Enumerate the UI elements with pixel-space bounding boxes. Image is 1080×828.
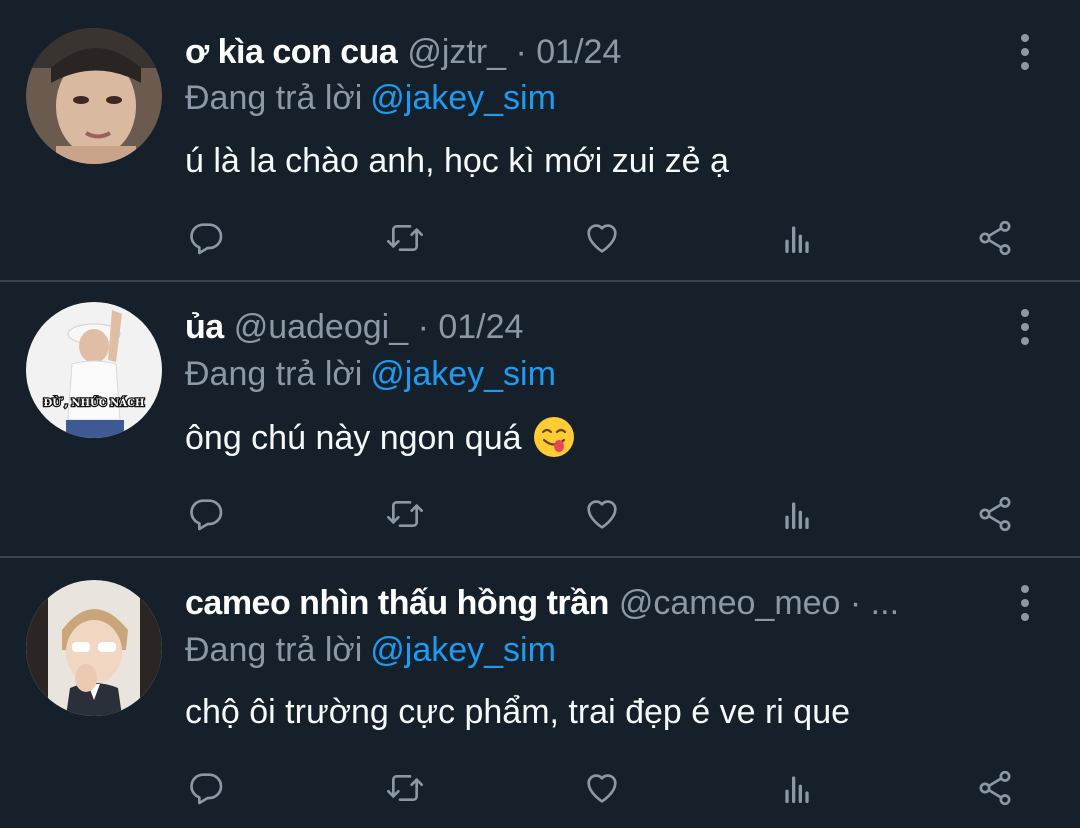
like-icon[interactable]: [577, 763, 627, 813]
tweet-actions: [185, 763, 1030, 813]
reply-icon[interactable]: [181, 489, 231, 539]
like-icon[interactable]: [577, 489, 627, 539]
display-name[interactable]: ơ kìa con cua: [185, 33, 398, 72]
reply-icon[interactable]: [181, 213, 231, 263]
more-options-icon[interactable]: [1010, 27, 1040, 77]
avatar[interactable]: [26, 28, 162, 164]
tweet-actions: [185, 489, 1030, 539]
tweet[interactable]: cameo nhìn thấu hồng trần @cameo_meo · .…: [0, 558, 1080, 828]
replying-to: Đang trả lời @jakey_sim: [185, 75, 556, 121]
views-icon[interactable]: [772, 763, 822, 813]
handle-and-date[interactable]: @cameo_meo · ...: [619, 584, 899, 623]
replying-to: Đang trả lời @jakey_sim: [185, 627, 556, 673]
share-icon[interactable]: [970, 213, 1020, 263]
tweet[interactable]: ơ kìa con cua @jztr_ · 01/24 Đang trả lờ…: [0, 0, 1080, 280]
handle-and-date[interactable]: @jztr_ · 01/24: [407, 33, 621, 72]
views-icon[interactable]: [772, 213, 822, 263]
retweet-icon[interactable]: [380, 489, 430, 539]
retweet-icon[interactable]: [380, 763, 430, 813]
display-name[interactable]: ủa: [185, 308, 224, 347]
views-icon[interactable]: [772, 489, 822, 539]
tweet-header: ơ kìa con cua @jztr_ · 01/24: [185, 29, 998, 75]
face-savoring-food-emoji-icon: [532, 415, 576, 459]
replying-label: Đang trả lời: [185, 79, 363, 117]
avatar-caption: ĐỪ , NHỨC NÁCH: [44, 397, 145, 409]
tweet[interactable]: ĐỪ , NHỨC NÁCH ủa @uadeogi_ · 01/24 Đang…: [0, 282, 1080, 556]
more-options-icon[interactable]: [1010, 302, 1040, 352]
replying-to: Đang trả lời @jakey_sim: [185, 351, 556, 397]
share-icon[interactable]: [970, 763, 1020, 813]
more-options-icon[interactable]: [1010, 578, 1040, 628]
avatar[interactable]: ĐỪ , NHỨC NÁCH: [26, 302, 162, 438]
tweet-text: chộ ôi trường cực phẩm, trai đẹp é ve ri…: [185, 693, 851, 731]
reply-mention-link[interactable]: @jakey_sim: [370, 79, 556, 117]
tweet-header: ủa @uadeogi_ · 01/24: [185, 304, 998, 350]
avatar[interactable]: [26, 580, 162, 716]
tweet-text: ú là la chào anh, học kì mới zui zẻ ạ: [185, 142, 729, 180]
tweet-text-content: ông chú này ngon quá: [185, 419, 522, 457]
like-icon[interactable]: [577, 213, 627, 263]
reply-mention-link[interactable]: @jakey_sim: [370, 631, 556, 669]
tweet-text: ông chú này ngon quá: [185, 413, 576, 463]
display-name[interactable]: cameo nhìn thấu hồng trần: [185, 584, 609, 623]
handle-and-date[interactable]: @uadeogi_ · 01/24: [234, 308, 524, 347]
share-icon[interactable]: [970, 489, 1020, 539]
reply-mention-link[interactable]: @jakey_sim: [370, 355, 556, 393]
tweet-header: cameo nhìn thấu hồng trần @cameo_meo · .…: [185, 580, 998, 626]
tweet-actions: [185, 213, 1030, 263]
replying-label: Đang trả lời: [185, 631, 363, 669]
reply-icon[interactable]: [181, 763, 231, 813]
replying-label: Đang trả lời: [185, 355, 363, 393]
retweet-icon[interactable]: [380, 213, 430, 263]
